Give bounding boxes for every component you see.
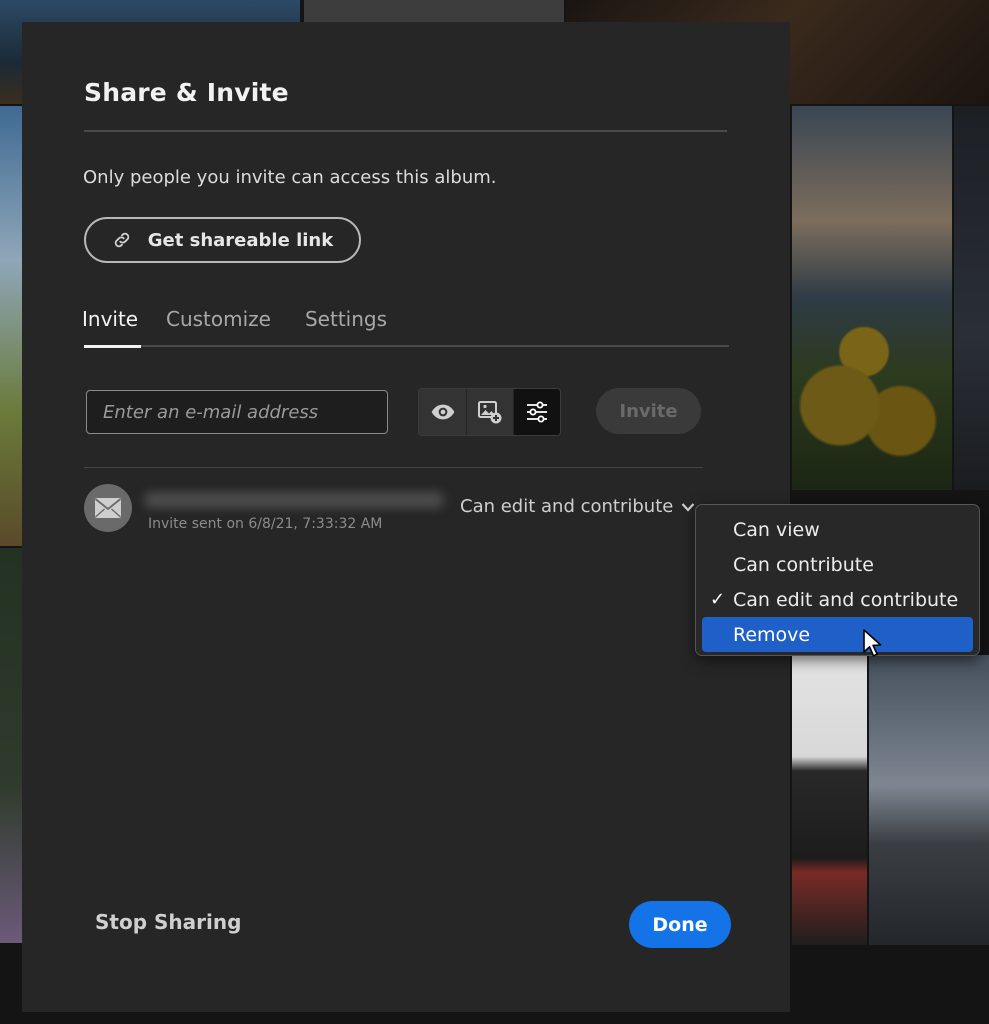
menu-item-can-view[interactable]: Can view	[702, 512, 973, 547]
tab-bar: Invite Customize Settings	[80, 307, 389, 347]
role-menu: Can view Can contribute ✓ Can edit and c…	[695, 504, 980, 656]
tab-settings[interactable]: Settings	[303, 307, 389, 347]
stop-sharing-button[interactable]: Stop Sharing	[95, 910, 241, 934]
tab-customize[interactable]: Customize	[164, 307, 273, 347]
invite-sent-timestamp: Invite sent on 6/8/21, 7:33:32 AM	[148, 516, 383, 532]
menu-item-label: Can view	[733, 518, 820, 541]
list-divider	[84, 467, 703, 468]
mouse-pointer-icon	[863, 629, 882, 657]
add-photo-icon	[478, 401, 502, 424]
sliders-icon	[527, 401, 547, 423]
photo-tile	[792, 106, 952, 490]
photo-tile	[869, 655, 989, 945]
invite-button[interactable]: Invite	[596, 388, 701, 434]
access-description: Only people you invite can access this a…	[83, 167, 497, 188]
menu-item-label: Can contribute	[733, 553, 874, 576]
role-dropdown[interactable]: Can edit and contribute	[460, 496, 695, 517]
menu-item-can-contribute[interactable]: Can contribute	[702, 547, 973, 582]
dialog-title: Share & Invite	[84, 78, 289, 107]
checkmark-icon: ✓	[710, 589, 726, 610]
avatar	[84, 484, 132, 532]
role-label: Can edit and contribute	[460, 496, 674, 517]
eye-icon	[431, 404, 454, 420]
done-button[interactable]: Done	[629, 901, 731, 948]
title-divider	[84, 130, 727, 132]
photo-tile	[304, 0, 564, 22]
chevron-down-icon	[682, 502, 695, 512]
email-input[interactable]	[86, 390, 388, 434]
get-shareable-link-label: Get shareable link	[147, 229, 334, 251]
menu-item-label: Remove	[733, 623, 811, 646]
active-tab-indicator	[84, 345, 141, 348]
permission-toggle-group	[418, 388, 561, 436]
photo-tile	[954, 106, 989, 490]
tab-divider	[84, 345, 729, 347]
redacted-email	[144, 492, 444, 508]
can-edit-toggle[interactable]	[513, 389, 560, 435]
tab-invite[interactable]: Invite	[80, 307, 142, 347]
menu-item-can-edit-and-contribute[interactable]: ✓ Can edit and contribute	[702, 582, 973, 617]
can-contribute-toggle[interactable]	[466, 389, 513, 435]
photo-tile	[792, 655, 867, 945]
get-shareable-link-button[interactable]: Get shareable link	[84, 217, 361, 263]
photo-tile	[0, 548, 22, 943]
menu-item-label: Can edit and contribute	[733, 588, 959, 611]
mail-icon	[94, 498, 122, 518]
link-icon	[114, 232, 129, 248]
share-invite-dialog: Share & Invite Only people you invite ca…	[22, 22, 790, 1012]
photo-tile	[0, 106, 22, 546]
can-view-toggle[interactable]	[419, 389, 466, 435]
menu-item-remove[interactable]: Remove	[702, 617, 973, 652]
invitee-row: Invite sent on 6/8/21, 7:33:32 AM Can ed…	[84, 484, 724, 544]
